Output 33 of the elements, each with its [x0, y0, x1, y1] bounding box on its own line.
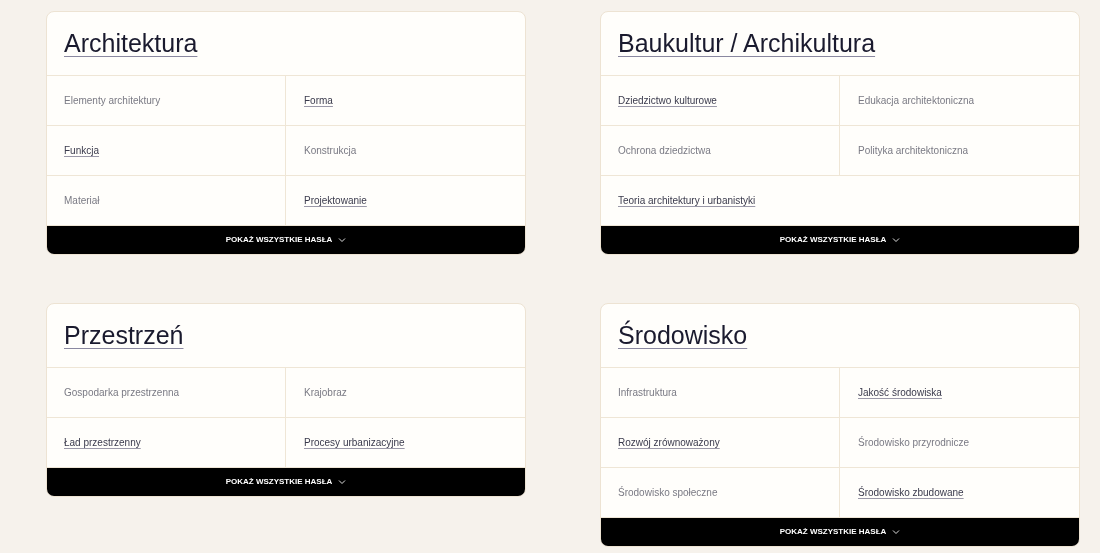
topic-link[interactable]: Rozwój zrównoważony — [618, 435, 720, 450]
topic-label: Edukacja architektoniczna — [858, 94, 975, 108]
topic-link[interactable]: Funkcja — [64, 143, 99, 158]
topic-link[interactable]: Dziedzictwo kulturowe — [618, 93, 717, 108]
topic-label: Konstrukcja — [304, 144, 357, 158]
topic-link[interactable]: Procesy urbanizacyjne — [304, 435, 405, 450]
category-title[interactable]: Środowisko — [618, 316, 748, 355]
topic-label: Materiał — [64, 194, 100, 208]
topic-link[interactable]: Teoria architektury i urbanistyki — [618, 193, 756, 208]
topic-label: Infrastruktura — [618, 386, 677, 400]
category-title[interactable]: Baukultur / Archikultura — [618, 24, 876, 63]
topic-label: Ochrona dziedzictwa — [618, 144, 711, 158]
topic-label: Środowisko społeczne — [618, 485, 718, 500]
show-all-button[interactable]: POKAŻ WSZYSTKIE HASŁA — [601, 226, 1079, 254]
category-title[interactable]: Architektura — [64, 24, 198, 63]
topic-label: Polityka architektoniczna — [858, 144, 969, 158]
topic-label: Krajobraz — [304, 386, 347, 400]
chevron-down-icon — [892, 237, 901, 243]
chevron-down-icon — [338, 479, 347, 485]
chevron-down-icon — [892, 529, 901, 535]
show-all-button[interactable]: POKAŻ WSZYSTKIE HASŁA — [47, 226, 525, 254]
topic-link[interactable]: Ład przestrzenny — [64, 435, 141, 450]
category-title[interactable]: Przestrzeń — [64, 316, 184, 355]
topic-link[interactable]: Projektowanie — [304, 193, 367, 208]
chevron-down-icon — [338, 237, 347, 243]
topic-link[interactable]: Środowisko zbudowane — [858, 485, 964, 500]
topic-label: Środowisko przyrodnicze — [858, 435, 970, 450]
topic-link[interactable]: Jakość środowiska — [858, 385, 942, 400]
show-all-button[interactable]: POKAŻ WSZYSTKIE HASŁA — [47, 468, 525, 496]
topic-label: Elementy architektury — [64, 94, 161, 108]
topic-label: Gospodarka przestrzenna — [64, 386, 180, 400]
show-all-button[interactable]: POKAŻ WSZYSTKIE HASŁA — [601, 518, 1079, 546]
topic-link[interactable]: Forma — [304, 93, 333, 108]
